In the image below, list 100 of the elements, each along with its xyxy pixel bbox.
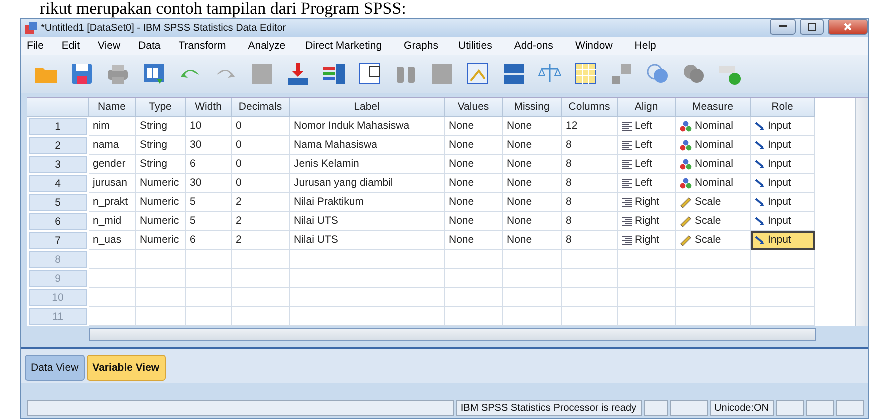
table-cell: Jurusan yang diambil [290,174,445,193]
row-number[interactable]: 3 [29,156,87,173]
table-cell: Nilai Praktikum [290,193,445,212]
column-header[interactable]: Values [445,98,503,117]
table-cell: Nama Mahasiswa [290,136,445,155]
column-header[interactable]: Type [136,98,186,117]
column-header[interactable]: Measure [676,98,751,117]
menu-item[interactable]: Graphs [402,40,440,52]
column-header[interactable]: Width [186,98,232,117]
table-cell[interactable]: Input [751,174,815,193]
table-cell: jurusan [89,174,136,193]
insert-cases-icon[interactable] [285,61,311,87]
app-icon [25,22,37,34]
column-header[interactable]: Decimals [232,98,290,117]
menu-item[interactable]: Direct Marketing [304,40,384,52]
role-text: Input [768,234,792,246]
table-cell: 30 [186,136,232,155]
table-cell: 0 [232,117,290,136]
measure-text: Nominal [695,177,734,189]
menu-item[interactable]: Help [632,40,658,52]
measure-text: Scale [695,215,722,227]
menu-item[interactable]: Analyze [246,40,288,52]
save-icon[interactable] [69,61,95,87]
maximize-button[interactable] [800,18,824,34]
menu-item[interactable]: Add-ons [512,40,556,52]
maximize-icon [808,22,816,30]
minimize-button[interactable] [770,18,796,34]
table-cell[interactable]: Input [751,117,815,136]
column-header[interactable]: Role [751,98,815,117]
table-cell: None [445,174,503,193]
insert-variable-icon[interactable] [321,61,347,87]
spreadsheet-icon[interactable] [573,61,599,87]
table-cell: None [445,193,503,212]
chart-icon[interactable] [465,61,491,87]
table-cell[interactable]: Input [751,193,815,212]
table-icon[interactable] [501,61,527,87]
column-header[interactable]: Columns [562,98,618,117]
row-number[interactable]: 4 [29,175,87,192]
menu-item[interactable]: Edit [60,40,82,52]
table-cell: 30 [186,174,232,193]
measure-text: Nominal [695,158,734,170]
column-header[interactable]: Name [89,98,136,117]
menu-item[interactable]: Utilities [456,40,494,52]
table-cell[interactable]: Input [751,136,815,155]
table-cell: Numeric [136,193,186,212]
close-icon [844,22,852,30]
table-cell: None [503,231,562,250]
table-cell: 2 [232,193,290,212]
table-cell: String [136,155,186,174]
table-cell: Nilai UTS [290,231,445,250]
view-tab[interactable]: Variable View [86,355,166,381]
menu-item[interactable]: Window [573,40,615,52]
table-cell: 2 [232,212,290,231]
table-cell: 0 [232,136,290,155]
table-cell: nim [89,117,136,136]
align-text: Right [635,215,660,227]
table-cell: 5 [186,193,232,212]
role-text: Input [768,120,792,132]
row-number[interactable]: 2 [29,137,87,154]
column-header[interactable]: Label [290,98,445,117]
table-cell: 10 [186,117,232,136]
table-cell: n_uas [89,231,136,250]
measure-text: Scale [695,196,722,208]
row-number[interactable]: 7 [29,232,87,249]
row-number[interactable]: 5 [29,194,87,211]
table-cell[interactable]: Input [751,231,815,250]
status-cell [836,400,864,416]
table-cell[interactable]: Input [751,212,815,231]
status-cell [644,400,668,416]
encoding-status: Unicode:ON [710,400,774,416]
close-button[interactable] [828,18,868,34]
row-number[interactable]: 6 [29,213,87,230]
menu-item[interactable]: Transform [176,40,228,52]
minimize-icon [779,25,787,28]
row-number[interactable]: 1 [29,118,87,135]
view-tab[interactable]: Data View [25,355,85,381]
role-text: Input [768,177,792,189]
caption-text: rikut merupakan contoh tampilan dari Program SPSS: [39,0,406,18]
role-text: Input [768,158,792,170]
table-cell: Nomor Induk Mahasiswa [290,117,445,136]
table-cell: gender [89,155,136,174]
menu-item[interactable]: Data [136,40,163,52]
menu-item[interactable]: View [96,40,123,52]
table-cell: 8 [562,174,618,193]
table-cell: None [503,136,562,155]
measure-text: Scale [695,234,722,246]
table-cell: 2 [232,231,290,250]
table-cell[interactable]: Input [751,155,815,174]
table-cell: 8 [562,212,618,231]
measure-text: Nominal [695,139,734,151]
split-table-icon[interactable] [357,61,383,87]
table-cell: None [503,117,562,136]
column-header[interactable]: Missing [503,98,562,117]
table-cell: n_mid [89,212,136,231]
table-cell: Numeric [136,174,186,193]
align-text: Left [635,177,653,189]
horizontal-scrollbar[interactable] [89,328,816,341]
column-header[interactable]: Align [618,98,676,117]
menu-item[interactable]: File [25,40,46,52]
vertical-scrollbar[interactable] [855,98,868,326]
